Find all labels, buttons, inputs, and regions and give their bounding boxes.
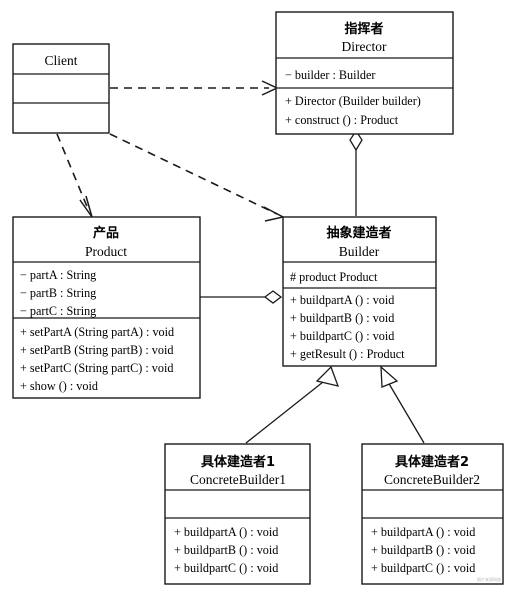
class-operation: + buildpartB () : void [290, 311, 394, 325]
relationship-client-director [110, 80, 279, 96]
class-box-concretebuilder1[interactable]: 具体建造者1 ConcreteBuilder1 + buildpartA () … [164, 443, 311, 585]
uml-class-diagram: Client 指挥者 Director − builder : Builder … [0, 0, 516, 598]
class-name-director: Director [342, 39, 387, 54]
class-box-director[interactable]: 指挥者 Director − builder : Builder + Direc… [275, 11, 454, 135]
class-operation: + setPartB (String partB) : void [20, 343, 173, 357]
class-name-client: Client [45, 53, 78, 68]
class-name-concretebuilder1: ConcreteBuilder1 [190, 472, 286, 487]
class-attribute: # product Product [290, 270, 378, 284]
class-operation: + construct () : Product [285, 113, 399, 127]
class-name-cn-builder: 抽象建造者 [326, 225, 391, 241]
class-operation: + getResult () : Product [290, 347, 405, 361]
class-box-product[interactable]: 产品 Product − partA : String − partB : St… [12, 216, 201, 399]
class-operation: + show () : void [20, 379, 98, 393]
class-operation: + setPartC (String partC) : void [20, 361, 173, 375]
relationship-director-builder [349, 129, 363, 216]
relationship-concretebuilder1-builder [245, 365, 340, 444]
relationship-client-product [56, 133, 93, 218]
class-operation: + buildpartC () : void [290, 329, 394, 343]
class-operation: + buildpartB () : void [371, 543, 475, 557]
class-operation: + buildpartA () : void [290, 293, 394, 307]
class-attribute: − partB : String [20, 286, 96, 300]
class-box-builder[interactable]: 抽象建造者 Builder # product Product + buildp… [282, 216, 437, 367]
class-name-cn-director: 指挥者 [344, 21, 383, 37]
class-name-cn-concretebuilder2: 具体建造者2 [395, 454, 469, 470]
watermark-text: 图片来源网络 [477, 576, 501, 582]
class-box-concretebuilder2[interactable]: 具体建造者2 ConcreteBuilder2 + buildpartA () … [361, 443, 504, 585]
class-operation: + buildpartA () : void [371, 525, 475, 539]
class-name-cn-product: 产品 [93, 225, 119, 241]
class-name-concretebuilder2: ConcreteBuilder2 [384, 472, 480, 487]
relationship-client-builder [109, 133, 286, 222]
class-name-product: Product [85, 244, 127, 259]
class-name-cn-concretebuilder1: 具体建造者1 [201, 454, 275, 470]
class-box-client[interactable]: Client [12, 43, 110, 134]
class-operation: + buildpartC () : void [174, 561, 278, 575]
class-attribute: − builder : Builder [285, 68, 375, 82]
relationship-product-builder [200, 290, 283, 304]
class-operation: + buildpartC () : void [371, 561, 475, 575]
class-attribute: − partC : String [20, 304, 96, 318]
class-operation: + buildpartA () : void [174, 525, 278, 539]
class-operation: + Director (Builder builder) [285, 94, 421, 108]
class-attribute: − partA : String [20, 268, 96, 282]
relationship-concretebuilder2-builder [380, 365, 425, 444]
diagram-canvas: Client 指挥者 Director − builder : Builder … [12, 11, 504, 585]
class-operation: + buildpartB () : void [174, 543, 278, 557]
class-operation: + setPartA (String partA) : void [20, 325, 174, 339]
class-name-builder: Builder [339, 244, 380, 259]
